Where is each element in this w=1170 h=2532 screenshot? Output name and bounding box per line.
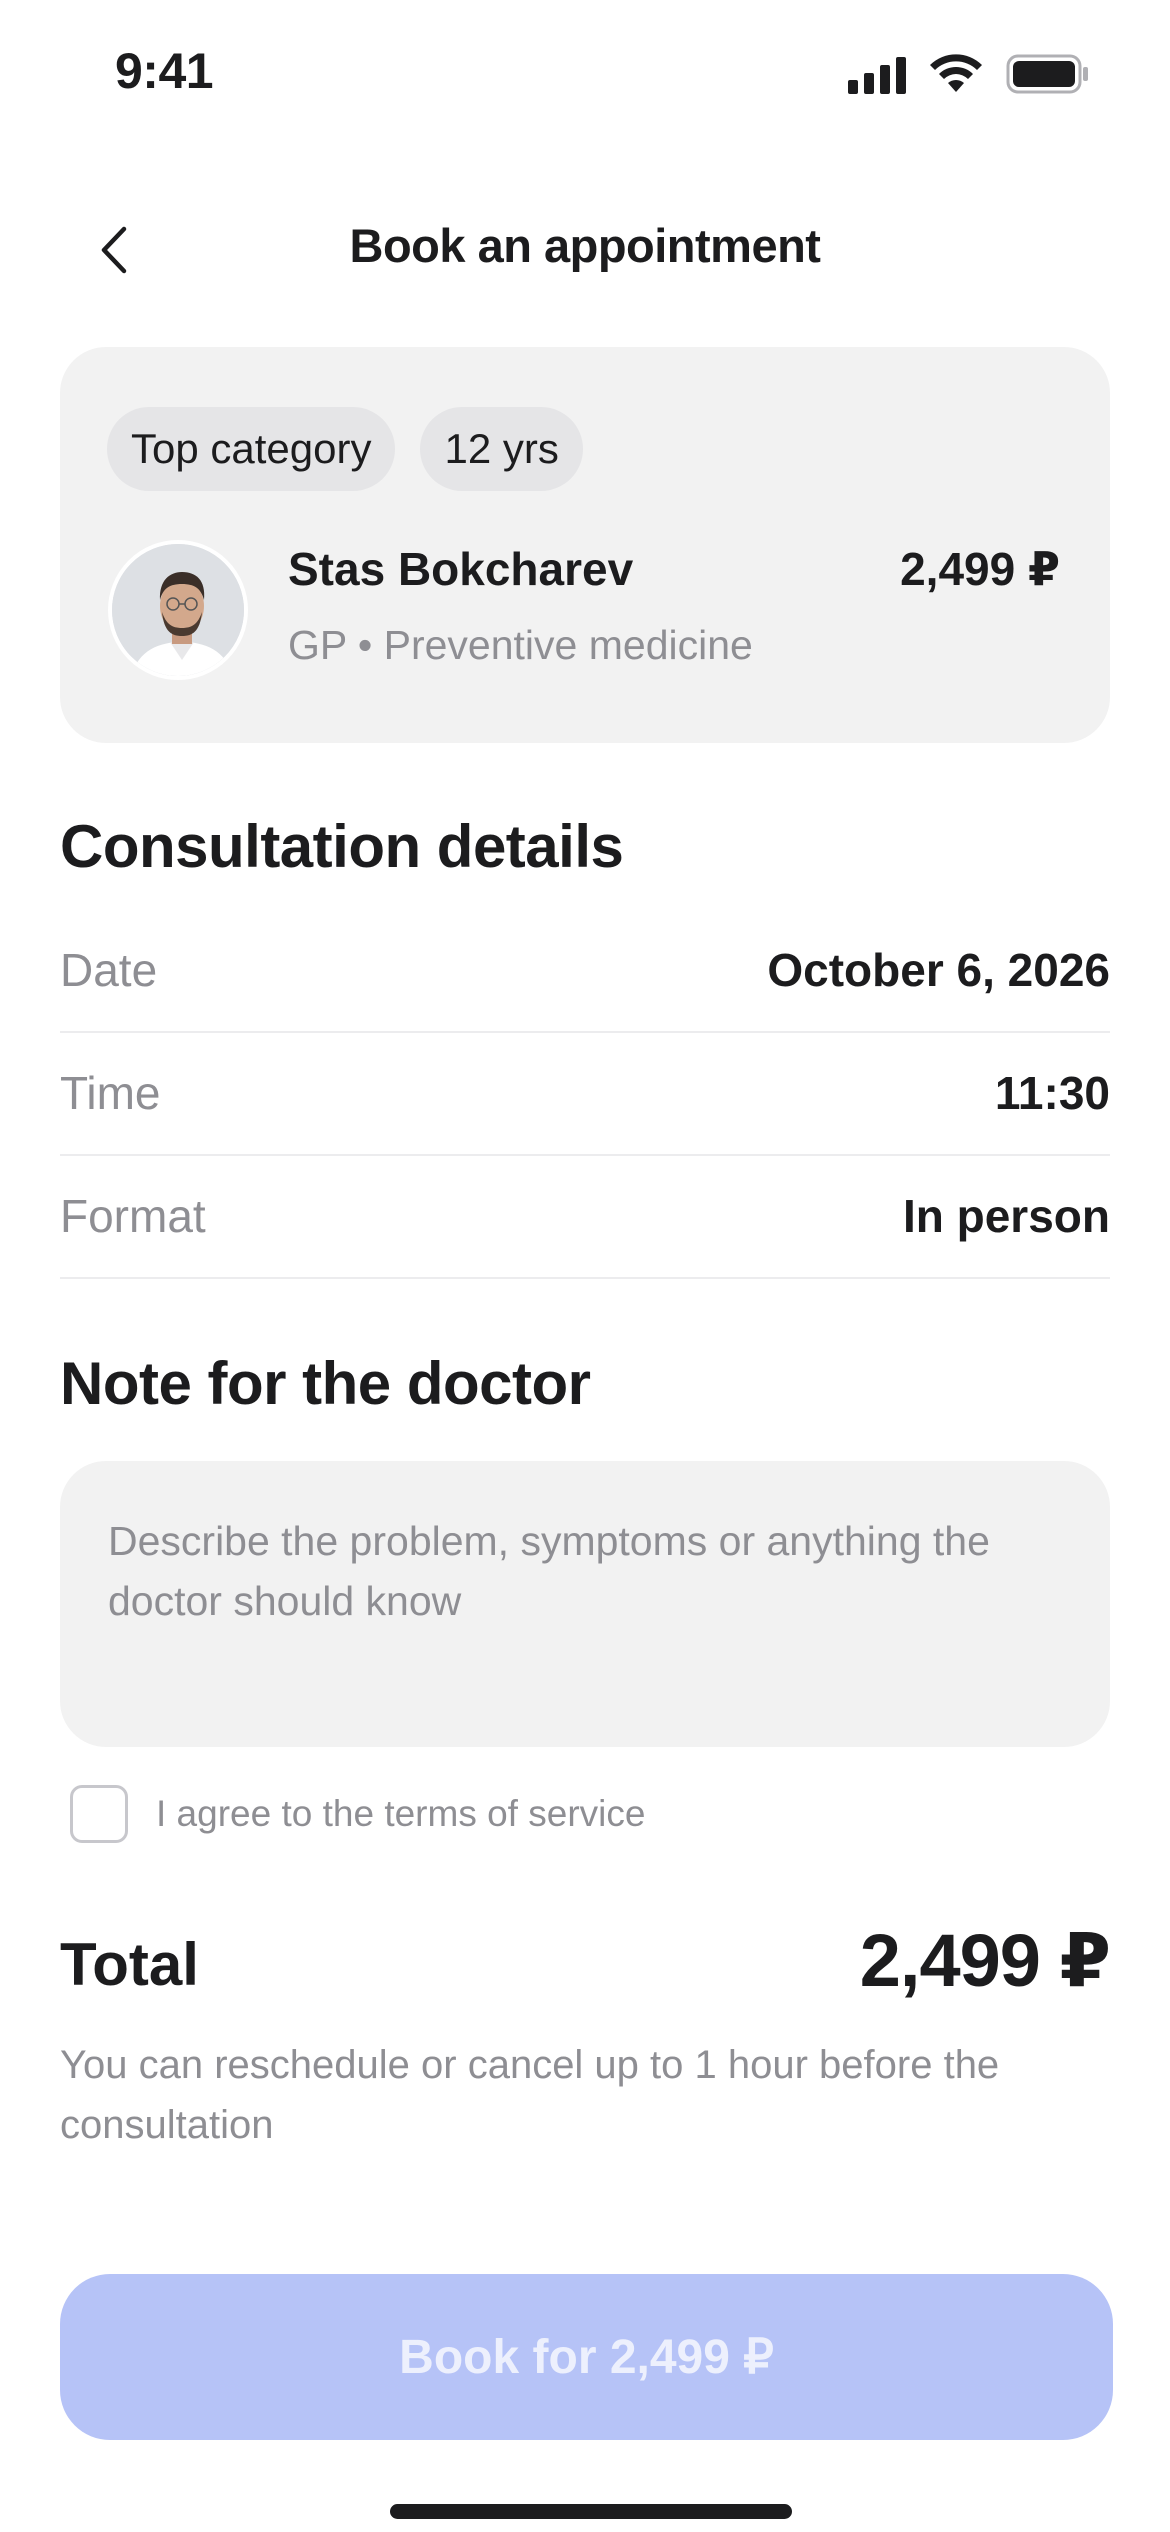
detail-label: Format (60, 1190, 206, 1242)
tag-category: Top category (107, 407, 396, 491)
note-title: Note for the doctor (60, 1350, 591, 1417)
book-button[interactable]: Book for 2,499 ₽ (60, 2274, 1113, 2440)
tag-experience: 12 yrs (420, 407, 583, 491)
battery-icon (1006, 54, 1088, 94)
note-textarea[interactable] (60, 1461, 1110, 1747)
doctor-name: Stas Bokcharev (288, 543, 634, 595)
doctor-portrait-icon (112, 544, 244, 676)
home-indicator (390, 2504, 792, 2519)
doctor-specialty: GP • Preventive medicine (288, 622, 753, 668)
doctor-card[interactable]: Top category 12 yrs Stas Bokcharev GP • … (60, 347, 1110, 743)
total-value: 2,499 ₽ (859, 1919, 1111, 2002)
doctor-price: 2,499 ₽ (900, 543, 1060, 595)
detail-value: October 6, 2026 (767, 944, 1110, 996)
terms-checkbox[interactable] (70, 1785, 128, 1843)
detail-row-date[interactable]: Date October 6, 2026 (60, 910, 1110, 1033)
detail-label: Date (60, 944, 158, 996)
detail-label: Time (60, 1067, 161, 1119)
status-icons (848, 52, 1090, 96)
cancellation-note: You can reschedule or cancel up to 1 hou… (60, 2043, 1000, 2147)
detail-row-format[interactable]: Format In person (60, 1156, 1110, 1279)
status-bar: 9:41 (0, 0, 1170, 150)
consultation-details-title: Consultation details (60, 813, 624, 880)
status-time: 9:41 (115, 43, 214, 99)
terms-agreement[interactable]: I agree to the terms of service (70, 1785, 645, 1843)
page-title: Book an appointment (349, 219, 821, 272)
doctor-tags: Top category 12 yrs (107, 407, 583, 491)
cellular-signal-icon (848, 54, 906, 94)
doctor-avatar (108, 540, 248, 680)
navigation-bar: Book an appointment (0, 200, 1170, 290)
wifi-icon (930, 54, 982, 92)
detail-value: 11:30 (994, 1067, 1110, 1119)
detail-row-time[interactable]: Time 11:30 (60, 1033, 1110, 1156)
terms-label: I agree to the terms of service (156, 1793, 646, 1834)
detail-value: In person (902, 1190, 1110, 1242)
total-label: Total (60, 1931, 199, 1998)
